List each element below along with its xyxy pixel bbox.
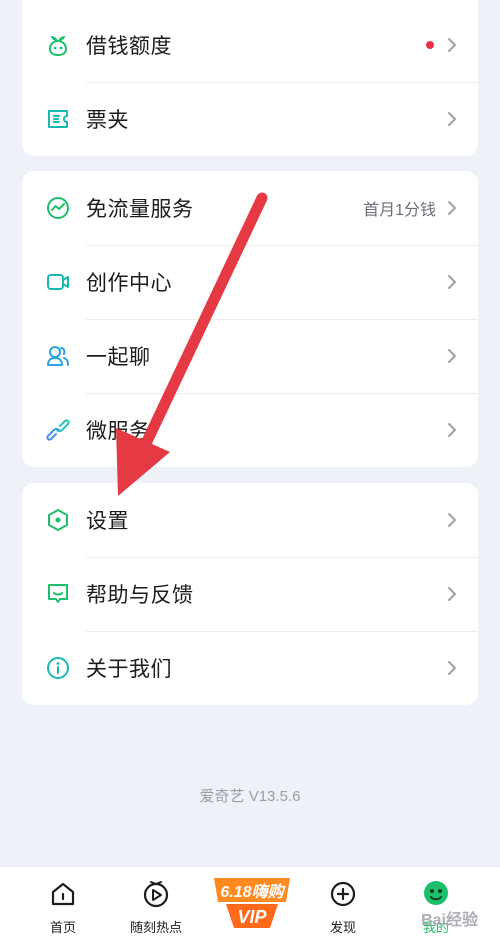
chevron-right-icon: [448, 587, 456, 601]
menu-item-label: 借钱额度: [86, 35, 172, 58]
tab-label: 发现: [329, 920, 356, 935]
vip-618-badge[interactable]: 6.18嗨购 VIP: [208, 872, 296, 934]
chevron-right-icon: [448, 201, 456, 215]
app-version: 爱奇艺 V13.5.6: [199, 788, 301, 805]
settings-hexagon-icon: [44, 506, 72, 534]
menu-item-label: 微服务: [86, 420, 151, 443]
finance-card: 借钱额度 票夹: [22, 0, 478, 156]
home-icon: [51, 882, 75, 906]
tab-label: 随刻热点: [129, 920, 182, 935]
menu-item-label: 免流量服务: [86, 198, 194, 221]
menu-item-tickets[interactable]: 票夹: [22, 82, 478, 156]
chevron-right-icon: [448, 423, 456, 437]
tab-label: 首页: [49, 920, 76, 935]
chevron-right-icon: [448, 275, 456, 289]
plus-circle-icon: [330, 881, 356, 907]
menu-item-free-data[interactable]: 免流量服务 首月1分钱: [22, 171, 478, 245]
sprout-icon: [44, 31, 72, 59]
promo-text: 首月1分钱: [363, 202, 436, 219]
info-icon: [44, 654, 72, 682]
menu-item-micro-services[interactable]: 微服务: [22, 393, 478, 467]
vip-badge-bottom-text: VIP: [237, 907, 267, 927]
menu-item-help-feedback[interactable]: 帮助与反馈: [22, 557, 478, 631]
chevron-right-icon: [448, 661, 456, 675]
tab-home[interactable]: 首页: [13, 867, 113, 952]
video-camera-icon: [44, 268, 72, 296]
link-icon: [44, 416, 72, 444]
services-card: 免流量服务 首月1分钱 创作中心 一起聊 微服务: [22, 171, 478, 467]
menu-item-label: 设置: [86, 510, 129, 533]
chevron-right-icon: [448, 349, 456, 363]
notification-dot: [426, 41, 434, 49]
trend-circle-icon: [44, 194, 72, 222]
menu-item-creator-center[interactable]: 创作中心: [22, 245, 478, 319]
menu-item-label: 创作中心: [86, 272, 172, 295]
watermark: Bai经验: [421, 912, 478, 929]
menu-item-label: 票夹: [86, 109, 129, 132]
tab-discover[interactable]: 发现: [293, 867, 393, 952]
menu-item-about-us[interactable]: 关于我们: [22, 631, 478, 705]
chevron-right-icon: [448, 38, 456, 52]
tab-trending[interactable]: 随刻热点: [106, 867, 206, 952]
menu-item-settings[interactable]: 设置: [22, 483, 478, 557]
vip-badge-top-text: 6.18嗨购: [220, 883, 286, 901]
feedback-icon: [44, 580, 72, 608]
settings-card: 设置 帮助与反馈 关于我们: [22, 483, 478, 705]
play-circle-icon: [143, 881, 169, 908]
people-icon: [44, 342, 72, 370]
chevron-right-icon: [448, 513, 456, 527]
menu-item-loan-limit[interactable]: 借钱额度: [22, 8, 478, 82]
menu-item-chat-together[interactable]: 一起聊: [22, 319, 478, 393]
chevron-right-icon: [448, 112, 456, 126]
menu-item-label: 帮助与反馈: [86, 584, 194, 607]
menu-item-label: 一起聊: [86, 346, 151, 369]
profile-icon: [424, 881, 448, 905]
menu-item-label: 关于我们: [86, 658, 172, 681]
ticket-icon: [44, 105, 72, 133]
